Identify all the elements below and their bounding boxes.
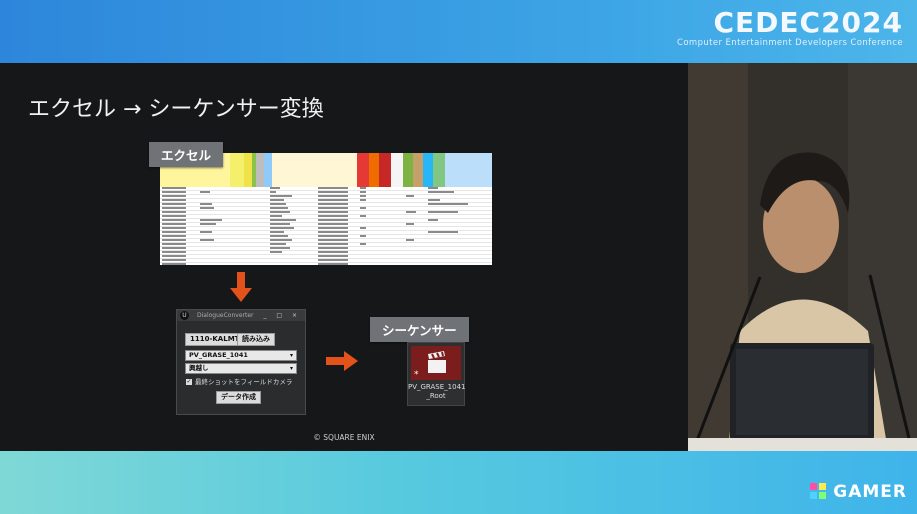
excel-label: エクセル <box>149 142 224 167</box>
clapperboard-icon: * <box>414 351 446 380</box>
final-shot-field-camera-checkbox[interactable]: ✓ 最終ショットをフィールドカメラ <box>186 376 292 386</box>
load-button[interactable]: 読み込み <box>237 333 275 346</box>
dialogue-converter-window: U DialogueConverter _ □ × 1110-KALMT ▾ 読… <box>176 309 306 415</box>
bottom-banner <box>0 451 917 514</box>
arrow-right-icon <box>326 351 358 371</box>
speaker-camera-feed <box>688 63 917 451</box>
option-dropdown-value: 興越し <box>189 364 209 372</box>
gamer-brand-logo: GAMER <box>809 482 907 502</box>
speaker-video <box>688 63 917 451</box>
sequencer-asset-name: PV_GRASE_1041 _Root <box>408 383 466 400</box>
cedec-logo: CEDEC2024 <box>713 6 903 39</box>
asset-dropdown-value: PV_GRASE_1041 <box>189 351 248 359</box>
level-sequence-thumbnail: * <box>411 346 461 380</box>
arrow-down-icon <box>230 272 252 302</box>
asset-dropdown[interactable]: PV_GRASE_1041 ▾ <box>185 350 297 361</box>
copyright-notice: © SQUARE ENIX <box>313 433 375 442</box>
gamer-brand-text: GAMER <box>833 482 907 502</box>
create-data-button[interactable]: データ作成 <box>216 391 261 404</box>
excel-spreadsheet-image <box>160 153 492 265</box>
converter-titlebar: U DialogueConverter _ □ × <box>177 310 305 321</box>
chevron-down-icon: ▾ <box>289 365 293 372</box>
chevron-down-icon: ▾ <box>289 352 293 359</box>
presentation-slide: エクセル → シーケンサー変換 エクセル U DialogueConverter… <box>0 63 688 451</box>
sequencer-asset-tile[interactable]: * PV_GRASE_1041 _Root <box>407 342 465 406</box>
slide-title: エクセル → シーケンサー変換 <box>28 97 324 122</box>
gamer-logo-icon <box>810 483 827 499</box>
option-dropdown[interactable]: 興越し ▾ <box>185 363 297 374</box>
window-controls[interactable]: _ □ × <box>263 310 301 321</box>
unreal-engine-icon: U <box>180 311 189 320</box>
cedec-logo-block: CEDEC2024 Computer Entertainment Develop… <box>676 6 903 49</box>
checkbox-label: 最終ショットをフィールドカメラ <box>195 378 293 386</box>
sequencer-label: シーケンサー <box>370 317 469 342</box>
version-dropdown-value: 1110-KALMT <box>190 335 240 343</box>
converter-window-title: DialogueConverter <box>197 312 254 319</box>
svg-text:*: * <box>414 370 419 380</box>
spreadsheet-rows <box>160 187 492 265</box>
cedec-subtitle: Computer Entertainment Developers Confer… <box>676 38 903 48</box>
checkmark-icon: ✓ <box>186 378 192 385</box>
